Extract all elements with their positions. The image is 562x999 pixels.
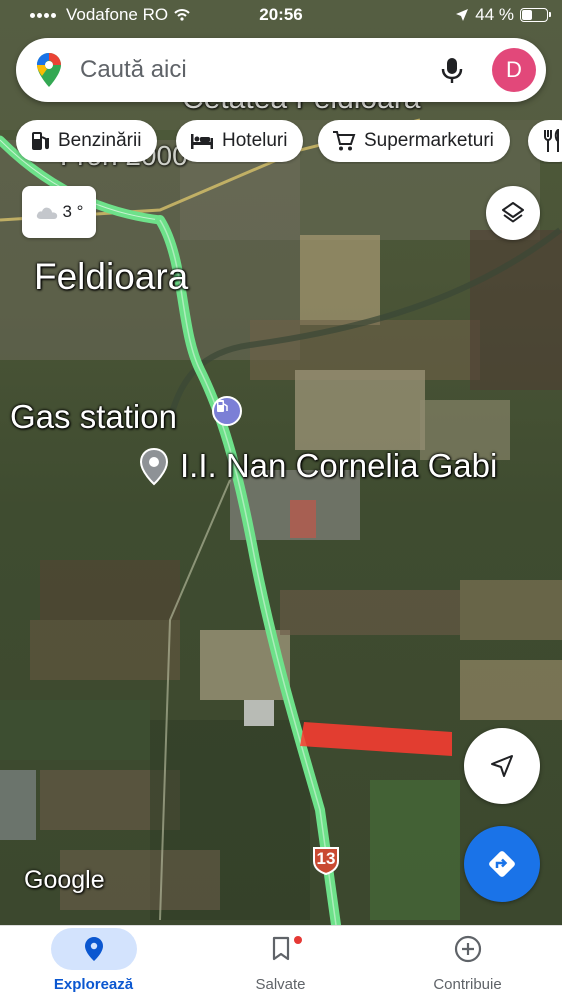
add-circle-icon [454,935,481,963]
status-bar: Vodafone RO 20:56 44 % [0,0,562,30]
route-shield-icon: 13 [312,845,340,875]
restaurant-icon [544,129,559,152]
layers-icon [502,202,524,223]
weather-temperature: 3 ° [62,202,84,221]
directions-button[interactable] [464,826,540,902]
bookmark-icon [272,936,289,961]
map-label-place[interactable]: I.I. Nan Cornelia Gabi [180,447,497,485]
tab-label: Salvate [255,976,306,993]
tab-explore[interactable]: Explorează [0,926,187,999]
location-arrow-icon [456,9,469,21]
chip-gas-stations[interactable]: Benzinării [16,120,158,162]
chip-label: Benzinării [58,130,142,151]
chip-label: Supermarketuri [364,130,494,151]
cart-icon [333,131,356,151]
battery-icon [520,8,551,22]
location-pin-icon [84,937,103,961]
battery-percent: 44 % [475,5,514,24]
chip-supermarkets[interactable]: Supermarketuri [318,120,510,162]
map-label-town[interactable]: Feldioara [34,256,188,298]
status-right: 44 % [455,5,551,25]
tab-contribute[interactable]: Contribuie [374,926,561,999]
tab-saved-icon-wrap [238,928,324,970]
gas-pump-icon [32,132,49,150]
search-input[interactable] [80,52,420,88]
navigation-arrow-icon [491,755,513,777]
chip-restaurants[interactable] [528,120,562,162]
cloud-icon [36,207,57,219]
route-number: 13 [316,849,336,868]
search-bar[interactable]: D [16,38,546,102]
bottom-navigation: Explorează Salvate Contribuie [0,925,562,999]
my-location-button[interactable] [464,728,540,804]
google-attribution: Google [24,866,105,894]
directions-icon [489,851,515,877]
category-chips: Benzinării Hoteluri Supermarketuri [16,120,562,164]
tab-explore-icon-wrap [50,928,137,970]
layers-button[interactable] [486,186,540,240]
place-pin-icon[interactable] [139,448,169,486]
account-avatar[interactable]: D [492,48,536,92]
gas-station-pin-icon[interactable] [212,396,242,426]
tab-saved[interactable]: Salvate [187,926,374,999]
weather-widget[interactable]: 3 ° [22,186,96,238]
tab-contribute-icon-wrap [425,928,511,970]
map-label-gas-station[interactable]: Gas station [10,398,177,436]
bed-icon [191,134,213,149]
google-maps-pin-icon [36,52,62,93]
chip-hotels[interactable]: Hoteluri [176,120,304,162]
tab-label: Contribuie [433,976,502,993]
microphone-icon[interactable] [436,54,468,86]
chip-label: Hoteluri [222,130,288,151]
notification-dot [293,936,302,944]
highlighted-parcel [300,722,452,756]
tab-label: Explorează [53,976,134,993]
